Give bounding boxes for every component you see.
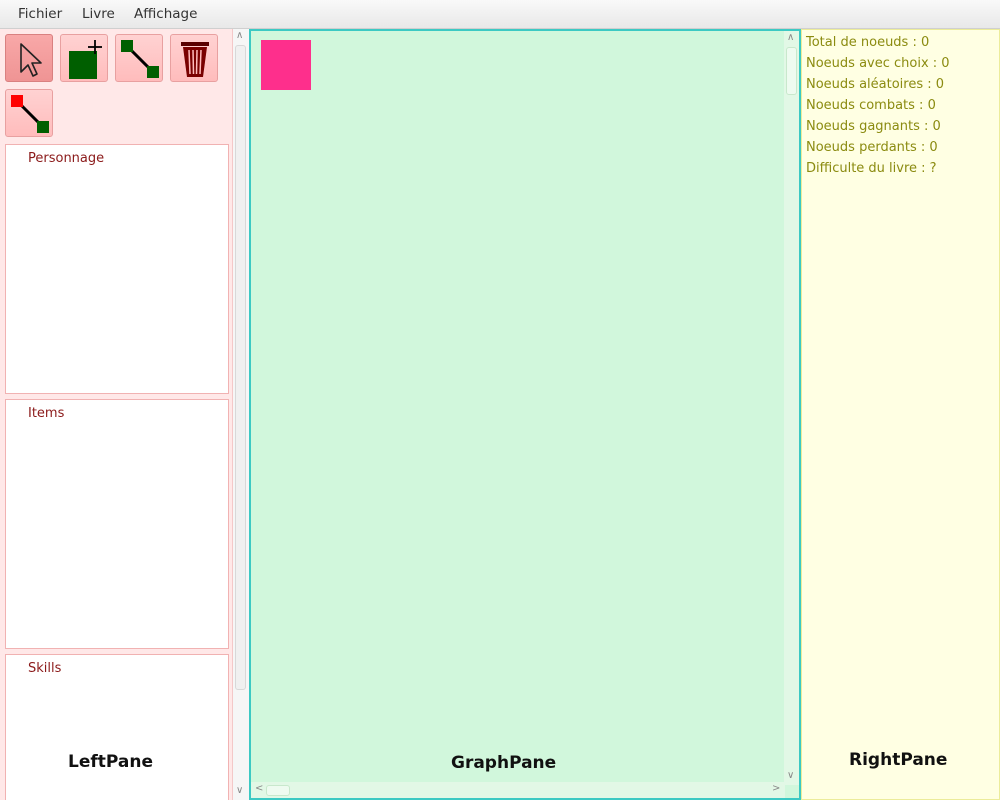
scroll-down-arrow-icon[interactable]: ∨ [787,771,794,781]
select-tool-button[interactable] [5,34,53,82]
stat-winning-nodes: Noeuds gagnants : 0 [806,119,941,134]
add-node-icon [69,40,102,79]
left-pane: Personnage Items Skills LeftPane [0,29,233,800]
scroll-right-arrow-icon[interactable]: > [772,784,780,794]
stat-random-nodes: Noeuds aléatoires : 0 [806,77,945,92]
personnage-title: Personnage [28,151,105,166]
link-nodes-icon [121,40,159,78]
items-title: Items [28,406,65,421]
skills-title: Skills [28,661,62,676]
scroll-down-arrow-icon[interactable]: ∨ [236,786,243,796]
scroll-up-arrow-icon[interactable]: ∧ [236,31,243,41]
menu-bar: Fichier Livre Affichage [0,0,1000,29]
stat-total-nodes: Total de noeuds : 0 [806,35,930,50]
set-start-node-icon [11,95,49,133]
graph-vscroll-thumb[interactable] [786,47,797,95]
graph-pane[interactable]: GraphPane ∧ ∨ < > [249,29,801,800]
items-section: Items [5,399,229,649]
add-node-button[interactable] [60,34,108,82]
menu-affichage[interactable]: Affichage [134,6,197,22]
set-start-node-button[interactable] [5,89,53,137]
stat-choice-nodes: Noeuds avec choix : 0 [806,56,950,71]
stat-losing-nodes: Noeuds perdants : 0 [806,140,938,155]
trash-icon [181,42,209,77]
delete-button[interactable] [170,34,218,82]
right-pane: Total de noeuds : 0 Noeuds avec choix : … [801,29,1000,800]
graph-pane-caption: GraphPane [451,753,557,773]
skills-section: Skills [5,654,229,800]
graph-horizontal-scrollbar[interactable]: < > [251,782,785,798]
right-pane-caption: RightPane [849,750,948,770]
menu-livre[interactable]: Livre [82,6,115,22]
scroll-up-arrow-icon[interactable]: ∧ [787,33,794,43]
graph-node[interactable] [261,40,311,90]
scroll-left-arrow-icon[interactable]: < [255,784,263,794]
left-pane-scrollbar[interactable]: ∧ ∨ [233,29,249,800]
link-nodes-button[interactable] [115,34,163,82]
left-scroll-thumb[interactable] [235,45,246,690]
stat-book-difficulty: Difficulte du livre : ? [806,161,937,176]
graph-vertical-scrollbar[interactable]: ∧ ∨ [784,31,799,785]
personnage-section: Personnage [5,144,229,394]
left-pane-caption: LeftPane [68,752,153,772]
menu-fichier[interactable]: Fichier [18,6,62,22]
stat-combat-nodes: Noeuds combats : 0 [806,98,936,113]
select-arrow-icon [20,43,42,77]
graph-hscroll-thumb[interactable] [266,785,290,796]
